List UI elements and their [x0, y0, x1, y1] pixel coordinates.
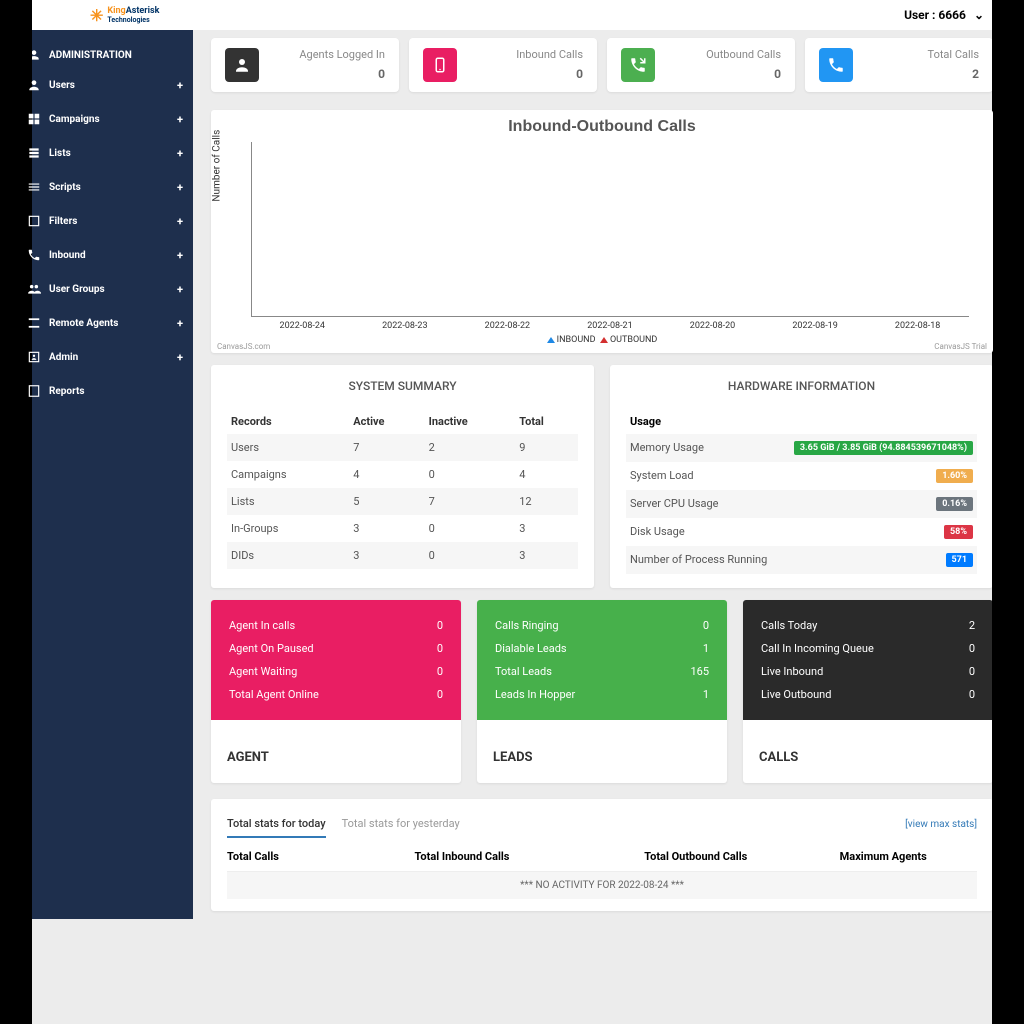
table-row: Disk Usage58% — [626, 518, 977, 546]
chart-trial: CanvasJS Trial — [934, 342, 987, 351]
chart-area — [251, 142, 969, 317]
sidebar-heading: ADMINISTRATION — [13, 42, 193, 68]
expand-icon: + — [177, 249, 183, 262]
system-summary-table: RecordsActiveInactiveTotal Users729Campa… — [227, 409, 578, 569]
stat-total-calls: Total Calls2 — [805, 38, 993, 92]
tab-today[interactable]: Total stats for today — [227, 811, 326, 838]
sidebar: ADMINISTRATION Users+ Campaigns+ Lists+ … — [13, 30, 193, 919]
metric-row: Calls Today2 — [761, 614, 975, 637]
no-activity-message: *** NO ACTIVITY FOR 2022-08-24 *** — [227, 872, 977, 899]
user-menu[interactable]: User : 6666 ⌄ — [904, 8, 984, 22]
chevron-down-icon: ⌄ — [974, 8, 984, 22]
table-row: Server CPU Usage0.16% — [626, 490, 977, 518]
content: Agents Logged In0 Inbound Calls0 Outboun… — [193, 30, 1011, 919]
chart-inbound-outbound: Inbound-Outbound Calls Number of Calls 2… — [211, 110, 993, 353]
metric-row: Total Agent Online0 — [229, 683, 443, 706]
lists-icon — [27, 146, 41, 160]
panel-system-summary: SYSTEM SUMMARY RecordsActiveInactiveTota… — [211, 365, 594, 588]
expand-icon: + — [177, 351, 183, 364]
sidebar-item-inbound[interactable]: Inbound+ — [13, 238, 193, 272]
sidebar-item-scripts[interactable]: Scripts+ — [13, 170, 193, 204]
metric-row: Call In Incoming Queue0 — [761, 637, 975, 660]
sidebar-item-reports[interactable]: Reports — [13, 374, 193, 408]
filters-icon — [27, 214, 41, 228]
metric-row: Agent On Paused0 — [229, 637, 443, 660]
stat-inbound-calls: Inbound Calls0 — [409, 38, 597, 92]
metric-row: Total Leads165 — [495, 660, 709, 683]
logo-text: KingAsterisk — [107, 6, 159, 16]
inbound-icon — [423, 48, 457, 82]
sidebar-item-user-groups[interactable]: User Groups+ — [13, 272, 193, 306]
outbound-icon — [621, 48, 655, 82]
chart-ylabel: Number of Calls — [212, 129, 223, 201]
metric-row: Live Inbound0 — [761, 660, 975, 683]
table-row: In-Groups303 — [227, 515, 578, 542]
sidebar-item-users[interactable]: Users+ — [13, 68, 193, 102]
phone-icon — [27, 248, 41, 262]
stat-outbound-calls: Outbound Calls0 — [607, 38, 795, 92]
status-badge: 1.60% — [936, 469, 973, 483]
metric-row: Dialable Leads1 — [495, 637, 709, 660]
reports-icon — [27, 384, 41, 398]
topbar: ✳ KingAsterisk Technologies User : 6666 … — [0, 0, 1024, 30]
expand-icon: + — [177, 215, 183, 228]
chart-brand: CanvasJS.com — [217, 342, 270, 351]
chart-title: Inbound-Outbound Calls — [215, 118, 989, 136]
table-row: DIDs303 — [227, 542, 578, 569]
metric-row: Agent Waiting0 — [229, 660, 443, 683]
sidebar-item-admin[interactable]: Admin+ — [13, 340, 193, 374]
metric-row: Live Outbound0 — [761, 683, 975, 706]
table-row: Number of Process Running571 — [626, 546, 977, 574]
expand-icon: + — [177, 79, 183, 92]
chart-legend: INBOUND OUTBOUND — [215, 335, 989, 345]
table-row: Lists5712 — [227, 488, 578, 515]
link-view-max-stats[interactable]: [view max stats] — [905, 819, 977, 830]
sidebar-item-lists[interactable]: Lists+ — [13, 136, 193, 170]
campaigns-icon — [27, 112, 41, 126]
hardware-table: Usage Memory Usage3.65 GiB / 3.85 GiB (9… — [626, 409, 977, 574]
card-calls: Calls Today2Call In Incoming Queue0Live … — [743, 600, 993, 783]
tab-yesterday[interactable]: Total stats for yesterday — [342, 811, 460, 838]
table-row: System Load1.60% — [626, 462, 977, 490]
status-badge: 3.65 GiB / 3.85 GiB (94.884539671048%) — [794, 441, 973, 455]
sidebar-item-campaigns[interactable]: Campaigns+ — [13, 102, 193, 136]
expand-icon: + — [177, 283, 183, 296]
expand-icon: + — [177, 317, 183, 330]
admin-item-icon — [27, 350, 41, 364]
expand-icon: + — [177, 181, 183, 194]
sidebar-item-remote-agents[interactable]: Remote Agents+ — [13, 306, 193, 340]
card-agent: Agent In calls0Agent On Paused0Agent Wai… — [211, 600, 461, 783]
remote-agents-icon — [27, 316, 41, 330]
panel-hardware-info: HARDWARE INFORMATION Usage Memory Usage3… — [610, 365, 993, 588]
table-row: Memory Usage3.65 GiB / 3.85 GiB (94.8845… — [626, 434, 977, 462]
groups-icon — [27, 282, 41, 296]
users-icon — [27, 78, 41, 92]
agents-icon — [225, 48, 259, 82]
logo[interactable]: ✳ KingAsterisk Technologies — [90, 6, 159, 25]
expand-icon: + — [177, 113, 183, 126]
scripts-icon — [27, 180, 41, 194]
logo-icon: ✳ — [90, 6, 103, 25]
logo-subtitle: Technologies — [107, 16, 159, 24]
total-calls-icon — [819, 48, 853, 82]
metric-row: Agent In calls0 — [229, 614, 443, 637]
table-row: Campaigns404 — [227, 461, 578, 488]
metric-row: Leads In Hopper1 — [495, 683, 709, 706]
card-leads: Calls Ringing0Dialable Leads1Total Leads… — [477, 600, 727, 783]
expand-icon: + — [177, 147, 183, 160]
user-label: User : 6666 — [904, 8, 966, 22]
panel-total-stats: Total stats for today Total stats for ye… — [211, 799, 993, 911]
status-badge: 58% — [944, 525, 973, 539]
stats-columns: Total CallsTotal Inbound CallsTotal Outb… — [227, 838, 977, 872]
status-badge: 571 — [946, 553, 974, 567]
stat-agents-logged-in: Agents Logged In0 — [211, 38, 399, 92]
chart-xticks: 2022-08-242022-08-232022-08-222022-08-21… — [251, 321, 969, 331]
status-badge: 0.16% — [936, 497, 973, 511]
sidebar-item-filters[interactable]: Filters+ — [13, 204, 193, 238]
metric-row: Calls Ringing0 — [495, 614, 709, 637]
decoration-right — [992, 0, 1024, 1024]
table-row: Users729 — [227, 434, 578, 461]
